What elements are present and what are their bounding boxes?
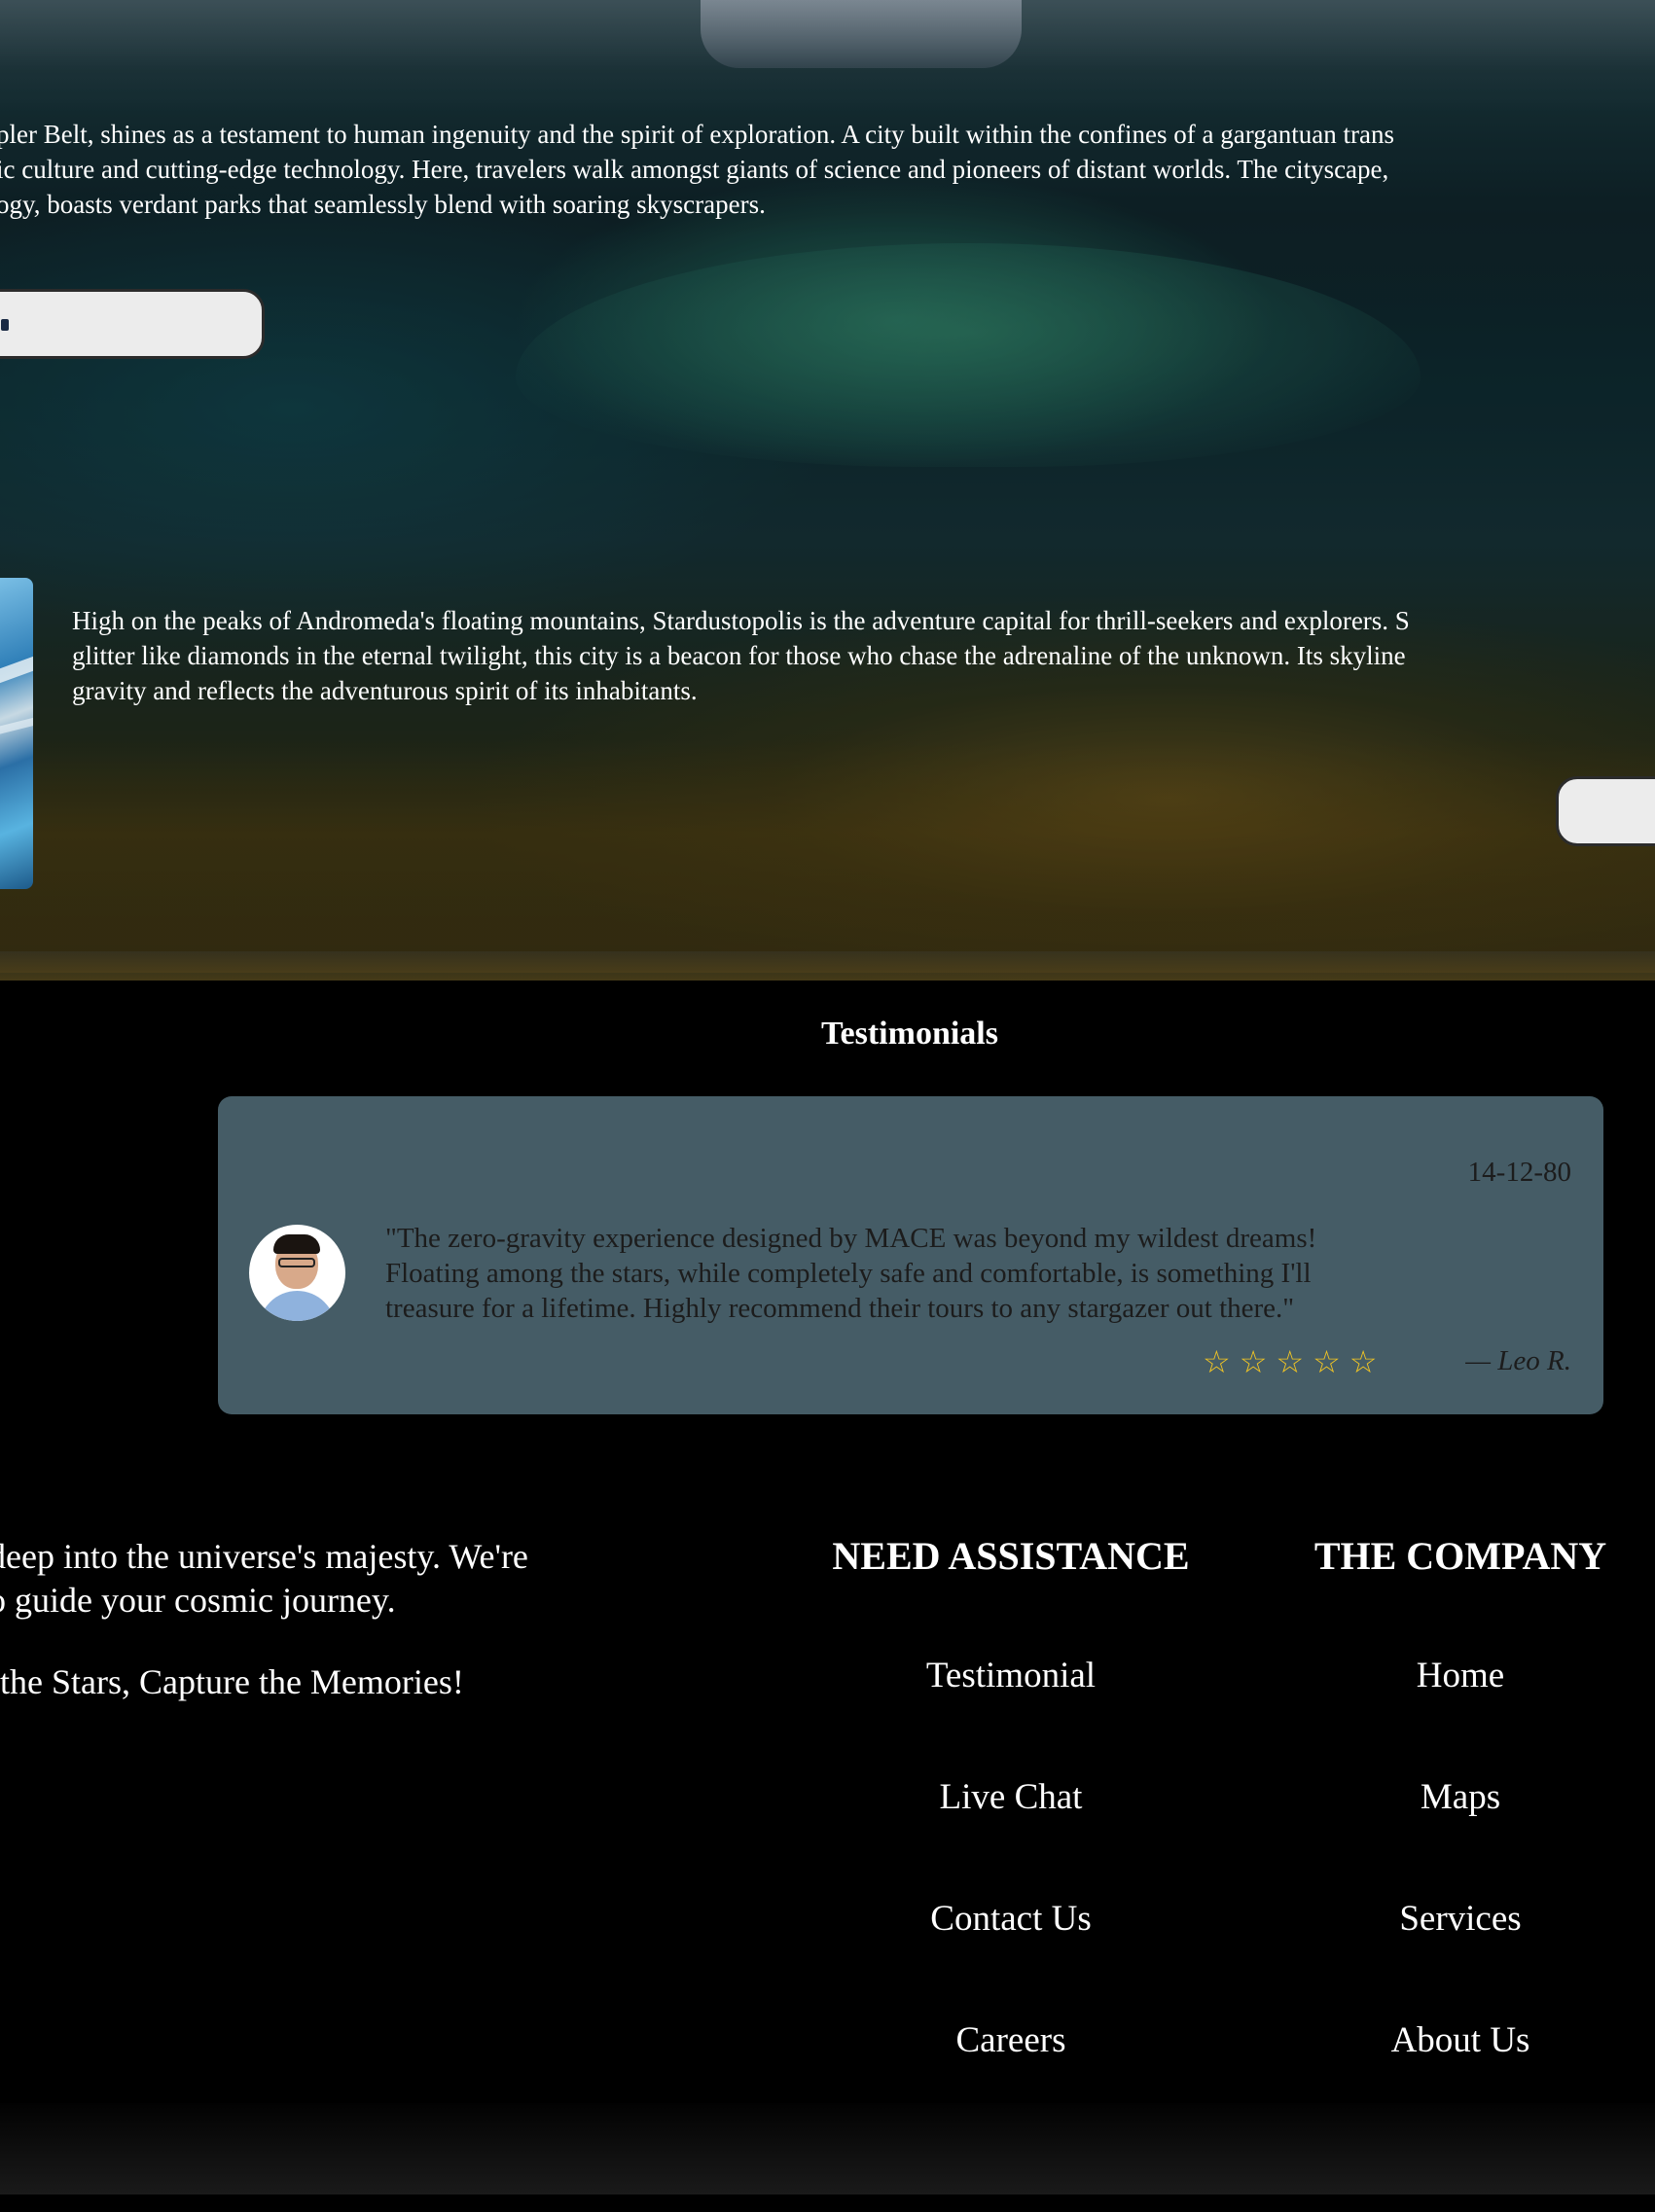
testimonial-author: — Leo R. [1465, 1345, 1571, 1376]
footer-assistance-column: NEED ASSISTANCE Testimonial Live Chat Co… [807, 1529, 1215, 2065]
page: pler Belt, shines as a testament to huma… [0, 0, 1655, 2212]
destination-explore-button[interactable] [1556, 776, 1655, 846]
footer-company-links: Home Maps Services About Us [1256, 1652, 1655, 2065]
footer-about-line: o guide your cosmic journey. [0, 1581, 396, 1620]
destination-description-line: gravity and reflects the adventurous spi… [72, 676, 698, 705]
footer-link-services[interactable]: Services [1256, 1895, 1655, 1944]
testimonial-quote-line: treasure for a lifetime. Highly recommen… [385, 1293, 1295, 1324]
footer-link-contact-us[interactable]: Contact Us [807, 1895, 1215, 1944]
footer-assistance-heading: NEED ASSISTANCE [832, 1534, 1190, 1578]
footer-link-home[interactable]: Home [1256, 1652, 1655, 1700]
testimonial-quote-line: Floating among the stars, while complete… [385, 1258, 1312, 1289]
footer-tagline: the Stars, Capture the Memories! [0, 1662, 464, 1701]
destination-description: pler Belt, shines as a testament to huma… [0, 117, 1394, 222]
avatar-glasses [278, 1258, 315, 1267]
footer-link-testimonial[interactable]: Testimonial [807, 1652, 1215, 1700]
footer-link-careers[interactable]: Careers [807, 2016, 1215, 2065]
footer-about-text: deep into the universe's majesty. We're … [0, 1535, 528, 1623]
destination-explore-button[interactable] [0, 289, 265, 359]
testimonial-date: 14-12-80 [1467, 1157, 1571, 1188]
footer-company-column: THE COMPANY Home Maps Services About Us [1256, 1529, 1655, 2065]
avatar-hair [273, 1234, 320, 1254]
testimonial-card: 14-12-80 "The zero-gravity experience de… [218, 1096, 1603, 1414]
destination-description-line: glitter like diamonds in the eternal twi… [72, 641, 1406, 670]
footer-link-about-us[interactable]: About Us [1256, 2016, 1655, 2065]
image-detail [0, 716, 33, 739]
footer-company-heading: THE COMPANY [1313, 1534, 1607, 1578]
button-icon [1, 319, 9, 331]
footer-bottom-bar [0, 2103, 1655, 2194]
rating-stars-icon: ☆☆☆☆☆ [1203, 1343, 1386, 1380]
destination-description: High on the peaks of Andromeda's floatin… [72, 603, 1410, 708]
footer-assistance-links: Testimonial Live Chat Contact Us Careers [807, 1652, 1215, 2065]
footer-link-maps[interactable]: Maps [1256, 1773, 1655, 1822]
destination-image [0, 578, 33, 889]
image-detail [0, 656, 33, 689]
footer-link-live-chat[interactable]: Live Chat [807, 1773, 1215, 1822]
destination-description-line: ogy, boasts verdant parks that seamlessl… [0, 190, 766, 219]
footer-bottom-edge [0, 2194, 1655, 2212]
testimonial-quote: "The zero-gravity experience designed by… [385, 1221, 1407, 1326]
destination-description-line: ic culture and cutting-edge technology. … [0, 155, 1389, 184]
destination-description-line: pler Belt, shines as a testament to huma… [0, 120, 1394, 149]
testimonial-quote-line: "The zero-gravity experience designed by… [385, 1223, 1317, 1254]
footer-about-line: deep into the universe's majesty. We're [0, 1537, 528, 1576]
background-bottom-band [0, 951, 1655, 981]
destinations-section: pler Belt, shines as a testament to huma… [0, 0, 1655, 981]
avatar [249, 1225, 345, 1321]
destination-description-line: High on the peaks of Andromeda's floatin… [72, 606, 1410, 635]
avatar-shirt [259, 1291, 336, 1321]
testimonials-heading: Testimonials [820, 1016, 998, 1052]
